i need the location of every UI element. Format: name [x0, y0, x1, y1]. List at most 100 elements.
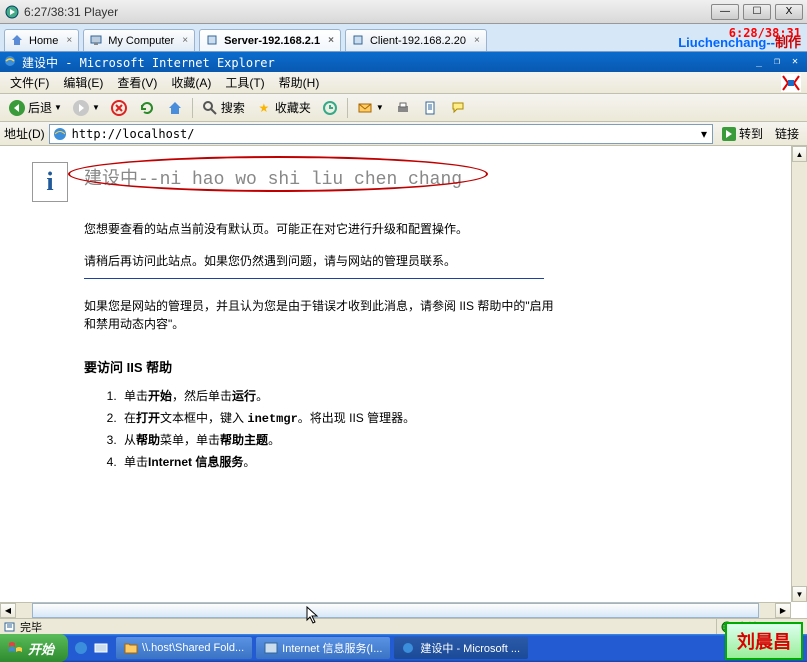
overlay-author: Liuchenchang--制作	[678, 32, 801, 51]
ie-window: 建设中 - Microsoft Internet Explorer _ ❐ ✕ …	[0, 52, 807, 146]
menu-tools[interactable]: 工具(T)	[219, 72, 270, 93]
info-icon: i	[32, 162, 68, 202]
quick-launch	[72, 639, 110, 657]
ie-titlebar: 建设中 - Microsoft Internet Explorer _ ❐ ✕	[0, 52, 807, 72]
tab-label: Home	[29, 35, 58, 47]
close-icon[interactable]: ×	[66, 35, 72, 46]
list-item: 单击Internet 信息服务。	[120, 452, 759, 474]
history-button[interactable]	[317, 97, 343, 119]
close-icon[interactable]: ×	[474, 35, 480, 46]
windows-icon	[8, 641, 24, 655]
tab-label: Server-192.168.2.1	[224, 35, 320, 47]
home-icon	[11, 34, 25, 48]
edit-icon	[422, 99, 440, 117]
search-button[interactable]: 搜索	[197, 97, 249, 119]
address-field-wrap[interactable]: ▾	[49, 124, 713, 144]
server-icon	[206, 34, 220, 48]
back-button[interactable]: 后退 ▼	[4, 97, 66, 119]
menu-help[interactable]: 帮助(H)	[273, 72, 326, 93]
folder-icon	[124, 642, 138, 654]
links-label[interactable]: 链接	[771, 125, 803, 142]
page-content: i 建设中--ni hao wo shi liu chen chang 您想要查…	[0, 146, 791, 602]
mail-icon	[356, 99, 374, 117]
horizontal-scrollbar[interactable]: ◀ ▶	[0, 602, 791, 618]
ie-close[interactable]: ✕	[787, 54, 803, 68]
forward-button[interactable]: ▼	[68, 97, 104, 119]
menu-favorites[interactable]: 收藏(A)	[165, 72, 217, 93]
status-bar: 完毕 本地 Intranet	[0, 618, 807, 634]
search-icon	[201, 99, 219, 117]
ie-title-text: 建设中 - Microsoft Internet Explorer	[22, 54, 275, 71]
divider	[84, 278, 544, 279]
tab-server[interactable]: Server-192.168.2.1 ×	[199, 29, 341, 51]
discuss-button[interactable]	[446, 97, 472, 119]
mail-button[interactable]: ▼	[352, 97, 388, 119]
stop-button[interactable]	[106, 97, 132, 119]
close-button[interactable]: X	[775, 4, 803, 20]
discuss-icon	[450, 99, 468, 117]
ie-logo-icon	[779, 72, 803, 94]
history-icon	[321, 99, 339, 117]
close-icon[interactable]: ×	[182, 35, 188, 46]
ql-desktop-icon[interactable]	[92, 639, 110, 657]
maximize-button[interactable]: ☐	[743, 4, 771, 20]
page-heading: 建设中--ni hao wo shi liu chen chang	[84, 162, 759, 192]
edit-button[interactable]	[418, 97, 444, 119]
ie-minimize[interactable]: _	[751, 54, 767, 68]
toolbar: 后退 ▼ ▼ 搜索 ★ 收藏夹 ▼	[0, 94, 807, 122]
computer-icon	[90, 34, 104, 48]
go-button[interactable]: 转到	[717, 123, 767, 144]
print-button[interactable]	[390, 97, 416, 119]
forward-icon	[72, 99, 90, 117]
scroll-up[interactable]: ▲	[792, 146, 807, 162]
player-icon	[4, 4, 20, 20]
paragraph: 如果您是网站的管理员，并且认为您是由于错误才收到此消息，请参阅 IIS 帮助中的…	[84, 297, 554, 333]
address-dropdown[interactable]: ▾	[696, 127, 712, 141]
tab-home[interactable]: Home ×	[4, 29, 79, 51]
scroll-left[interactable]: ◀	[0, 603, 16, 618]
name-badge: 刘晨昌	[725, 622, 803, 660]
tab-label: My Computer	[108, 35, 174, 47]
scroll-right[interactable]: ▶	[775, 603, 791, 618]
close-icon[interactable]: ×	[328, 35, 334, 46]
start-button[interactable]: 开始	[0, 634, 68, 662]
taskbar: 开始 \\.host\Shared Fold... Internet 信息服务(…	[0, 634, 807, 662]
scroll-thumb[interactable]	[32, 603, 759, 618]
ie-restore[interactable]: ❐	[769, 54, 785, 68]
steps-list: 单击开始，然后单击运行。 在打开文本框中，键入 inetmgr。将出现 IIS …	[120, 386, 759, 473]
task-iis[interactable]: Internet 信息服务(I...	[256, 637, 390, 659]
address-bar: 地址(D) ▾ 转到 链接	[0, 122, 807, 146]
vertical-scrollbar[interactable]: ▲ ▼	[791, 146, 807, 602]
star-icon: ★	[255, 99, 273, 117]
status-text: 完毕	[20, 619, 42, 635]
paragraph: 您想要查看的站点当前没有默认页。可能正在对它进行升级和配置操作。	[84, 220, 759, 238]
address-label: 地址(D)	[4, 125, 45, 142]
player-title: 6:27/38:31 Player	[24, 5, 711, 19]
done-icon	[4, 621, 16, 633]
scroll-down[interactable]: ▼	[792, 586, 807, 602]
section-heading: 要访问 IIS 帮助	[84, 357, 759, 376]
ql-ie-icon[interactable]	[72, 639, 90, 657]
menu-edit[interactable]: 编辑(E)	[57, 72, 109, 93]
list-item: 单击开始，然后单击运行。	[120, 386, 759, 408]
menu-file[interactable]: 文件(F)	[4, 72, 55, 93]
tab-mycomputer[interactable]: My Computer ×	[83, 29, 195, 51]
client-icon	[352, 34, 366, 48]
go-icon	[721, 126, 737, 142]
tab-client[interactable]: Client-192.168.2.20 ×	[345, 29, 487, 51]
address-input[interactable]	[70, 127, 696, 141]
chevron-down-icon: ▼	[54, 103, 62, 112]
menu-bar: 文件(F) 编辑(E) 查看(V) 收藏(A) 工具(T) 帮助(H)	[0, 72, 807, 94]
back-icon	[8, 99, 26, 117]
list-item: 从帮助菜单，单击帮助主题。	[120, 430, 759, 452]
menu-view[interactable]: 查看(V)	[111, 72, 163, 93]
task-ie-active[interactable]: 建设中 - Microsoft ...	[394, 637, 528, 659]
refresh-icon	[138, 99, 156, 117]
minimize-button[interactable]: —	[711, 4, 739, 20]
home-button[interactable]	[162, 97, 188, 119]
iis-icon	[264, 642, 278, 654]
favorites-button[interactable]: ★ 收藏夹	[251, 97, 315, 119]
refresh-button[interactable]	[134, 97, 160, 119]
player-titlebar: 6:27/38:31 Player — ☐ X	[0, 0, 807, 24]
task-folder[interactable]: \\.host\Shared Fold...	[116, 637, 252, 659]
